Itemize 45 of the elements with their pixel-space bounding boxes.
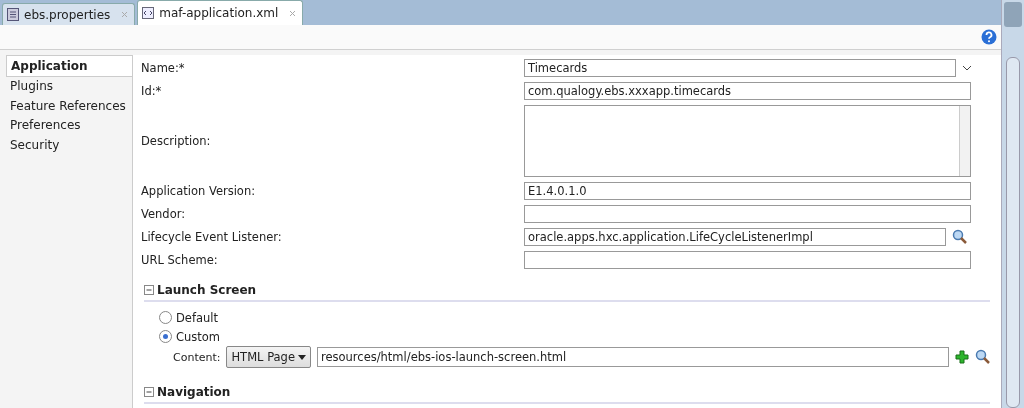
field-label: Description: — [141, 134, 212, 148]
sidebar-item[interactable]: Plugins — [6, 76, 132, 96]
close-icon[interactable] — [289, 9, 297, 17]
search-icon[interactable] — [952, 229, 968, 245]
input-field[interactable]: Timecards — [524, 59, 956, 77]
collapse-icon[interactable] — [144, 285, 154, 295]
chevron-down-icon[interactable] — [962, 65, 972, 71]
input-field[interactable]: E1.4.0.1.0 — [524, 182, 971, 200]
field-label: Lifecycle Event Listener: — [141, 230, 283, 244]
radio-label: Default — [176, 310, 219, 325]
sidebar-item[interactable]: Preferences — [6, 115, 132, 135]
input-field[interactable] — [524, 251, 971, 269]
xml-file-icon — [142, 7, 155, 19]
input-field[interactable]: oracle.apps.hxc.application.LifeCycleListenerImpl — [524, 228, 946, 246]
help-icon[interactable] — [981, 29, 997, 45]
field-label: Name:* — [141, 61, 186, 75]
editor-tab[interactable]: maf-application.xml — [137, 0, 304, 25]
input-field[interactable]: resources/html/ebs-ios-launch-screen.html — [316, 347, 949, 367]
scrollbar[interactable] — [1001, 0, 1024, 408]
field-label: Application Version: — [141, 184, 257, 198]
sidebar-item[interactable]: Feature References — [6, 96, 132, 116]
editor-tab[interactable]: ebs.properties — [2, 3, 136, 25]
input-field[interactable] — [524, 205, 971, 223]
field-label: Vendor: — [141, 207, 187, 221]
field-label: URL Scheme: — [141, 253, 219, 267]
collapse-icon[interactable] — [144, 387, 154, 397]
document-icon — [7, 8, 19, 21]
field-label: Id:* — [141, 84, 163, 98]
plus-icon[interactable] — [954, 350, 969, 364]
sidebar-item[interactable]: Security — [6, 135, 132, 155]
content-label: Content: — [173, 350, 221, 364]
sidebar-item[interactable]: Application — [6, 55, 132, 77]
radio-button[interactable] — [159, 330, 172, 343]
input-field[interactable]: com.qualogy.ebs.xxxapp.timecards — [524, 82, 971, 100]
tab-label: ebs.properties — [24, 7, 111, 22]
tab-label: maf-application.xml — [159, 6, 279, 20]
caret-icon — [297, 354, 306, 360]
close-icon[interactable] — [121, 11, 129, 18]
radio-button[interactable] — [159, 311, 172, 324]
search-icon[interactable] — [974, 349, 991, 365]
radio-label: Custom — [176, 329, 221, 344]
content-type-dropdown[interactable]: HTML Page — [226, 346, 311, 368]
section-title: Navigation — [157, 385, 231, 399]
section-title: Launch Screen — [157, 283, 257, 297]
description-field[interactable] — [524, 105, 971, 177]
